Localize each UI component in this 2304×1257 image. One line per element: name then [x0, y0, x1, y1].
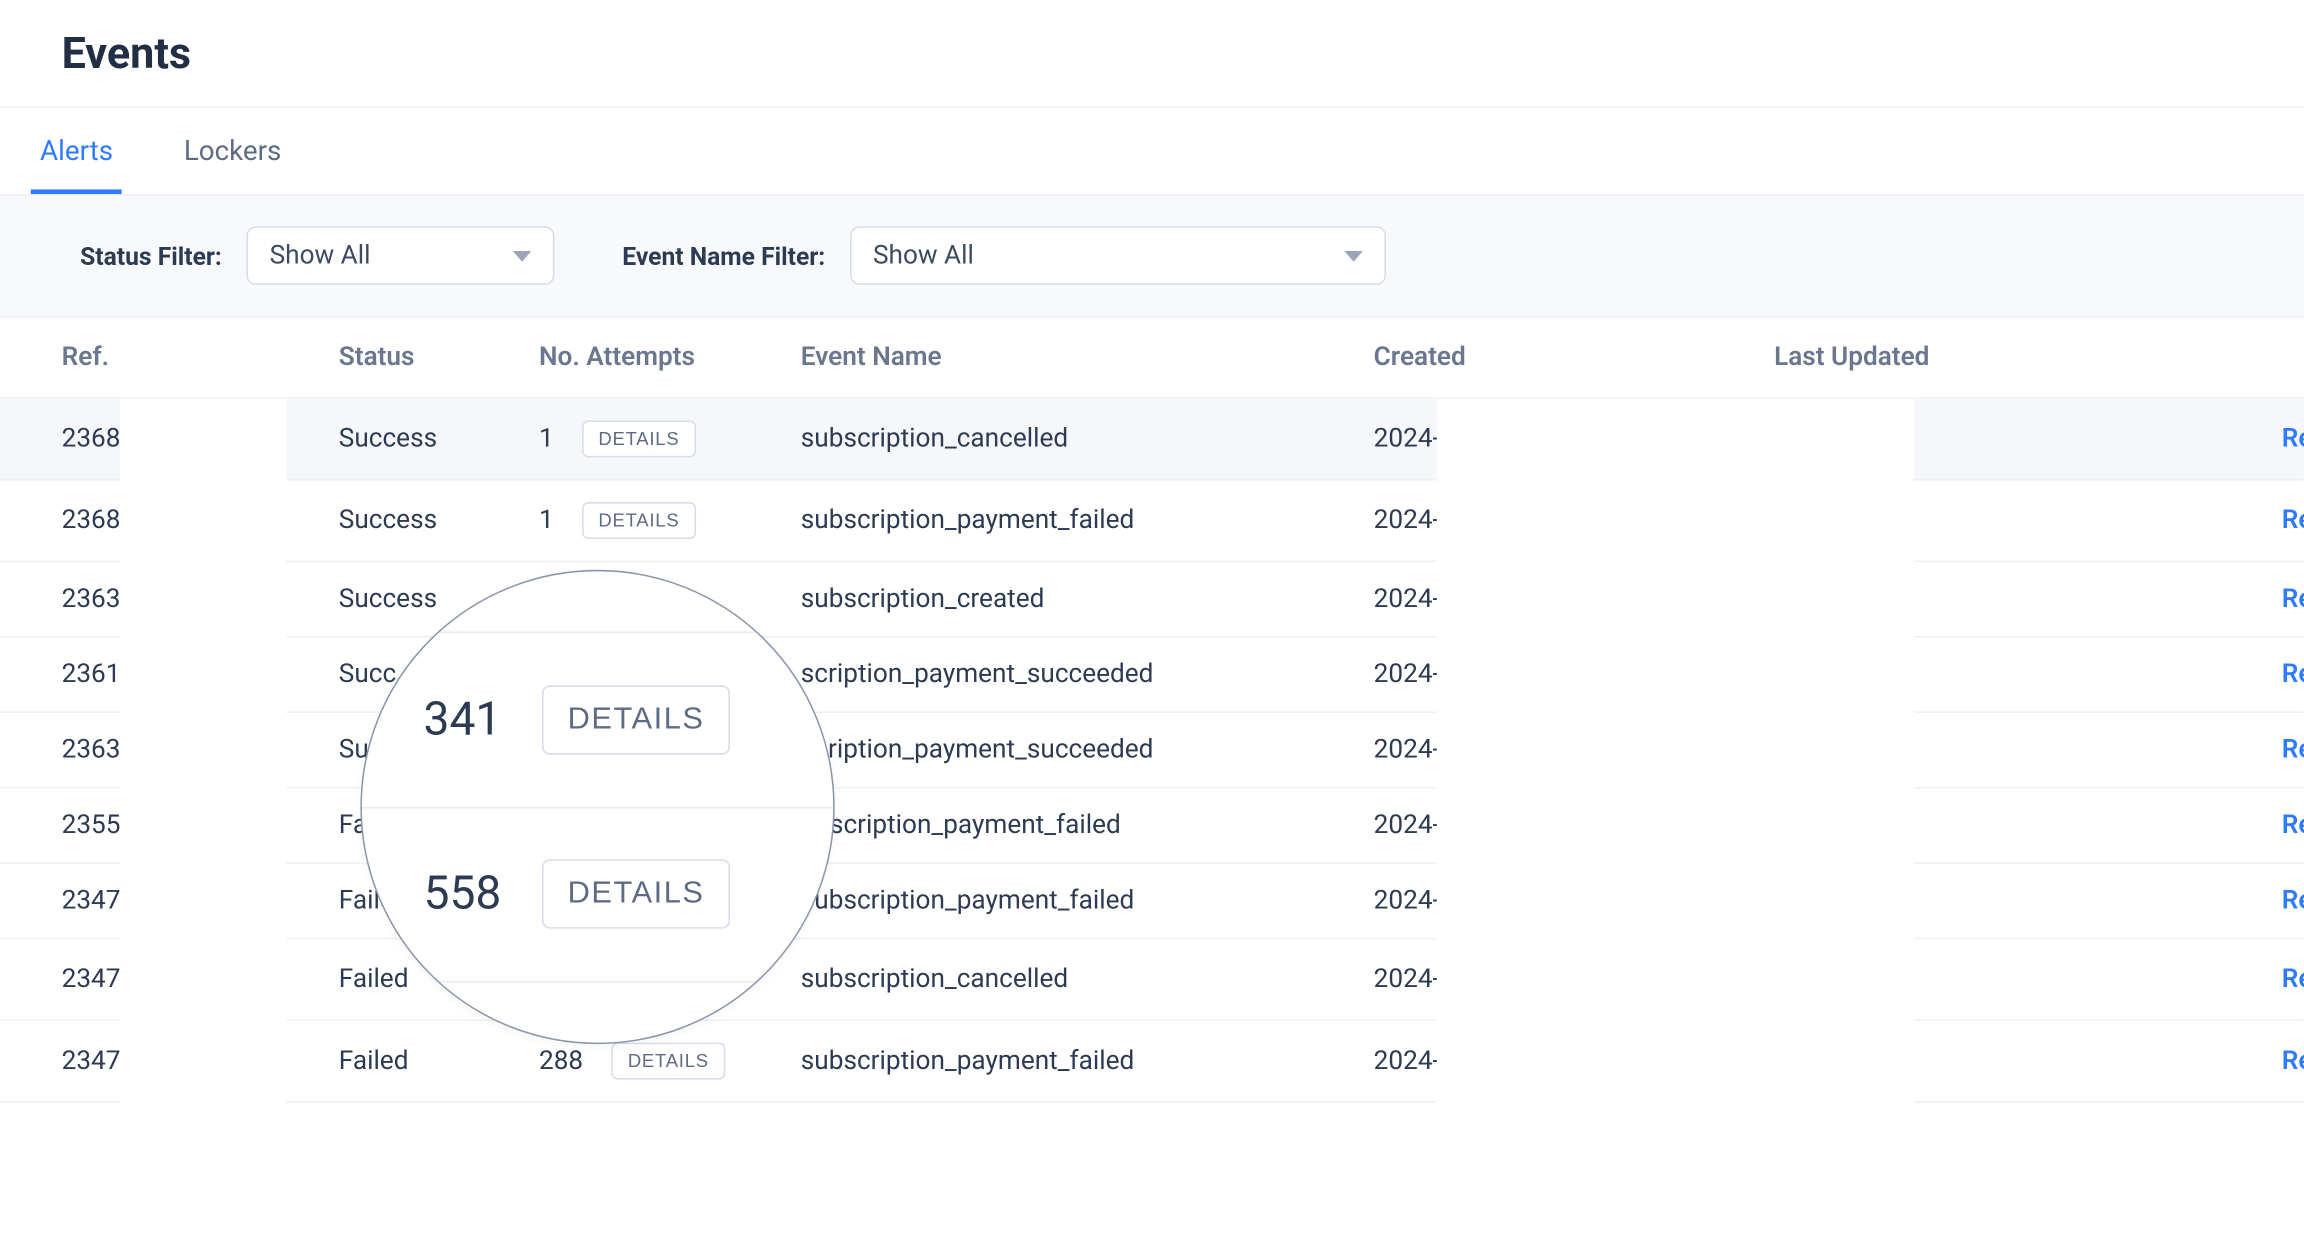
table-row[interactable]: 2363 Succ scription_payment_succeeded 20… [0, 713, 2304, 788]
cell-event-name: subscription_payment_failed [801, 886, 1374, 917]
table-row[interactable]: 2361 Succ scription_payment_succeeded 20… [0, 638, 2304, 713]
cell-last-updated: 23:50:19 [1774, 1046, 2190, 1077]
status-filter-select[interactable]: Show All [247, 226, 555, 285]
event-name-filter-value: Show All [873, 240, 974, 271]
cell-event-name: subscription_cancelled [801, 964, 1374, 995]
tabs-bar: Alerts Lockers [0, 106, 2304, 195]
cell-created: 2024-0 [1374, 424, 1774, 455]
cell-event-name: subscription_payment_failed [801, 1046, 1374, 1077]
table-row[interactable]: 2347 Failed 2 subscription_payment_faile… [0, 864, 2304, 939]
cell-event-name: subscription_created [801, 584, 1374, 615]
cell-created: 2024-0 [1374, 659, 1774, 690]
retry-button[interactable]: Retry [2190, 584, 2304, 615]
cell-event-name: subscription_cancelled [801, 424, 1374, 455]
cell-last-updated: 00:08:43 [1774, 424, 2190, 455]
cell-created: 2024-0 [1374, 1046, 1774, 1077]
cell-last-updated: 12:14:24 [1774, 735, 2190, 766]
tab-alerts[interactable]: Alerts [31, 108, 122, 194]
chevron-down-icon [1344, 250, 1362, 261]
cell-event-name: subscription_payment_failed [801, 505, 1374, 536]
cell-ref: 2361 [62, 659, 339, 690]
cell-ref: 2347 [62, 886, 339, 917]
col-attempts: No. Attempts [539, 342, 801, 373]
table-header-row: Ref. Status No. Attempts Event Name Crea… [0, 317, 2304, 399]
retry-button[interactable]: Retry [2190, 886, 2304, 917]
cell-last-updated: 12:25:33 [1774, 584, 2190, 615]
cell-created: 2024-0 [1374, 886, 1774, 917]
retry-button[interactable]: Retry [2190, 735, 2304, 766]
cell-created: 2024-0 [1374, 505, 1774, 536]
cell-attempts: 288 [539, 1046, 583, 1077]
col-status: Status [339, 342, 539, 373]
table-row[interactable]: 2347 Failed 288 DETAILS subscription_pay… [0, 1021, 2304, 1103]
page-title: Events [0, 15, 2304, 106]
zoom-details-button-1[interactable]: DETAILS [541, 685, 730, 754]
cell-ref: 2355 [62, 810, 339, 841]
cell-last-updated: 23:58:08 [1774, 886, 2190, 917]
cell-status: Failed [339, 1046, 539, 1077]
cell-ref: 2363 [62, 584, 339, 615]
table-row[interactable]: 2368 Success 1 DETAILS subscription_paym… [0, 480, 2304, 562]
table-row[interactable]: 2368 Success 1 DETAILS subscription_canc… [0, 399, 2304, 481]
retry-button[interactable]: Retry [2190, 1046, 2304, 1077]
cell-event-name: scription_payment_succeeded [801, 735, 1374, 766]
zoom-lens: 341 DETAILS 558 DETAILS [360, 570, 834, 1044]
cell-last-updated: 23:50:50 [1774, 964, 2190, 995]
zoom-details-button-2[interactable]: DETAILS [541, 859, 730, 928]
details-button[interactable]: DETAILS [581, 502, 696, 539]
zoom-attempts-2: 558 [424, 867, 502, 921]
cell-status: Success [339, 424, 539, 455]
cell-attempts: 1 [539, 424, 554, 455]
cell-last-updated: 12:15:50 [1774, 659, 2190, 690]
retry-button[interactable]: Retry [2190, 810, 2304, 841]
col-created: Created [1374, 342, 1774, 373]
retry-button[interactable]: Retry [2190, 424, 2304, 455]
col-ref: Ref. [62, 342, 339, 373]
cell-created: 2024-0 [1374, 735, 1774, 766]
cell-created: 2024-0 [1374, 584, 1774, 615]
cell-ref: 2347 [62, 1046, 339, 1077]
cell-ref: 2363 [62, 735, 339, 766]
cell-created: 2024-0 [1374, 964, 1774, 995]
status-filter-label: Status Filter: [80, 241, 222, 270]
cell-created: 2024-0 [1374, 810, 1774, 841]
cell-event-name: ubscription_payment_failed [801, 810, 1374, 841]
cell-ref: 2347 [62, 964, 339, 995]
status-filter-value: Show All [270, 240, 371, 271]
retry-button[interactable]: Retry [2190, 964, 2304, 995]
cell-last-updated: 00:08:43 [1774, 505, 2190, 536]
table-row[interactable]: 2363 Success subscription_created 2024-0… [0, 562, 2304, 637]
tab-lockers[interactable]: Lockers [175, 108, 291, 194]
details-button[interactable]: DETAILS [611, 1043, 726, 1080]
cell-attempts: 1 [539, 505, 554, 536]
filters-bar: Status Filter: Show All Event Name Filte… [0, 196, 2304, 318]
cell-event-name: scription_payment_succeeded [801, 659, 1374, 690]
event-name-filter-label: Event Name Filter: [622, 241, 825, 270]
cell-ref: 2368 [62, 505, 339, 536]
cell-last-updated: 23:56:58 [1774, 810, 2190, 841]
cell-status: Success [339, 505, 539, 536]
zoom-attempts-1: 341 [424, 693, 502, 747]
retry-button[interactable]: Retry [2190, 505, 2304, 536]
table-row[interactable]: 2355 Failed ubscription_payment_failed 2… [0, 788, 2304, 863]
cell-ref: 2368 [62, 424, 339, 455]
col-event-name: Event Name [801, 342, 1374, 373]
retry-button[interactable]: Retry [2190, 659, 2304, 690]
chevron-down-icon [513, 250, 531, 261]
table-row[interactable]: 2347 Failed 288 DETAILS subscription_can… [0, 939, 2304, 1021]
details-button[interactable]: DETAILS [581, 420, 696, 457]
events-table: Ref. Status No. Attempts Event Name Crea… [0, 317, 2304, 1102]
event-name-filter-select[interactable]: Show All [850, 226, 1386, 285]
col-last-updated: Last Updated [1774, 342, 2190, 373]
